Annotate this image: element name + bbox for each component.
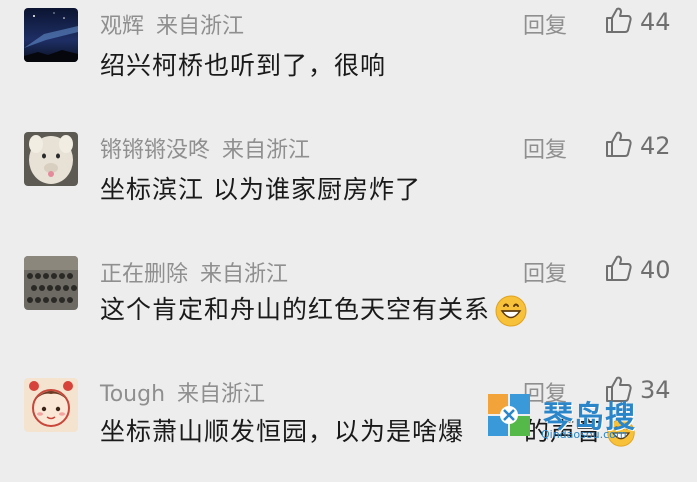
alpaca-avatar-image: [24, 132, 78, 186]
like-count: 44: [640, 8, 671, 36]
comment-text: 坐标滨江 以为谁家厨房炸了: [100, 175, 421, 204]
grinning-face-emoji-icon: [495, 295, 527, 327]
commenter-name[interactable]: 观辉: [100, 14, 144, 39]
night-sky-avatar-image: [24, 8, 78, 62]
watermark-logo-icon: [488, 394, 530, 436]
comment-meta: 观辉 来自浙江: [100, 8, 244, 40]
comment-meta: 正在删除 来自浙江: [100, 256, 288, 288]
comment-text: 绍兴柯桥也听到了，很响: [100, 51, 387, 80]
reply-button[interactable]: 回复: [523, 256, 567, 288]
comment-text-body: 这个肯定和舟山的红色天空有关系: [100, 295, 491, 324]
avatar[interactable]: [24, 378, 78, 432]
commenter-location: 来自浙江: [222, 138, 311, 163]
like-count: 42: [640, 132, 671, 160]
watermark: 琴岛搜 Qindaosou.com: [486, 388, 661, 448]
watermark-domain: Qindaosou.com: [541, 428, 627, 441]
commenter-name[interactable]: 正在删除: [100, 262, 188, 287]
avatar[interactable]: [24, 8, 78, 62]
reply-button[interactable]: 回复: [523, 8, 567, 40]
group-photo-avatar-image: [24, 256, 78, 310]
commenter-location: 来自浙江: [156, 14, 245, 39]
commenter-name[interactable]: Tough: [100, 382, 165, 407]
commenter-location: 来自浙江: [177, 382, 266, 407]
comment-item: 观辉 来自浙江 绍兴柯桥也听到了，很响 回复 44: [0, 0, 697, 110]
thumbs-up-icon[interactable]: [603, 5, 633, 35]
cartoon-girl-avatar-image: [24, 378, 78, 432]
thumbs-up-icon[interactable]: [603, 253, 633, 283]
commenter-name[interactable]: 锵锵锵没咚: [100, 138, 210, 163]
commenter-location: 来自浙江: [200, 262, 289, 287]
comment-item: 锵锵锵没咚 来自浙江 坐标滨江 以为谁家厨房炸了 回复 42: [0, 124, 697, 234]
comment-meta: Tough 来自浙江: [100, 376, 265, 408]
like-count: 40: [640, 256, 671, 284]
comment-item: 正在删除 来自浙江 这个肯定和舟山的红色天空有关系 回复 40: [0, 248, 697, 358]
avatar[interactable]: [24, 132, 78, 186]
avatar[interactable]: [24, 256, 78, 310]
reply-button[interactable]: 回复: [523, 132, 567, 164]
comment-meta: 锵锵锵没咚 来自浙江: [100, 132, 310, 164]
thumbs-up-icon[interactable]: [603, 129, 633, 159]
comment-text-body: 坐标萧山顺发恒园，以为是啥爆: [100, 417, 465, 446]
comment-text: 这个肯定和舟山的红色天空有关系: [100, 290, 528, 328]
